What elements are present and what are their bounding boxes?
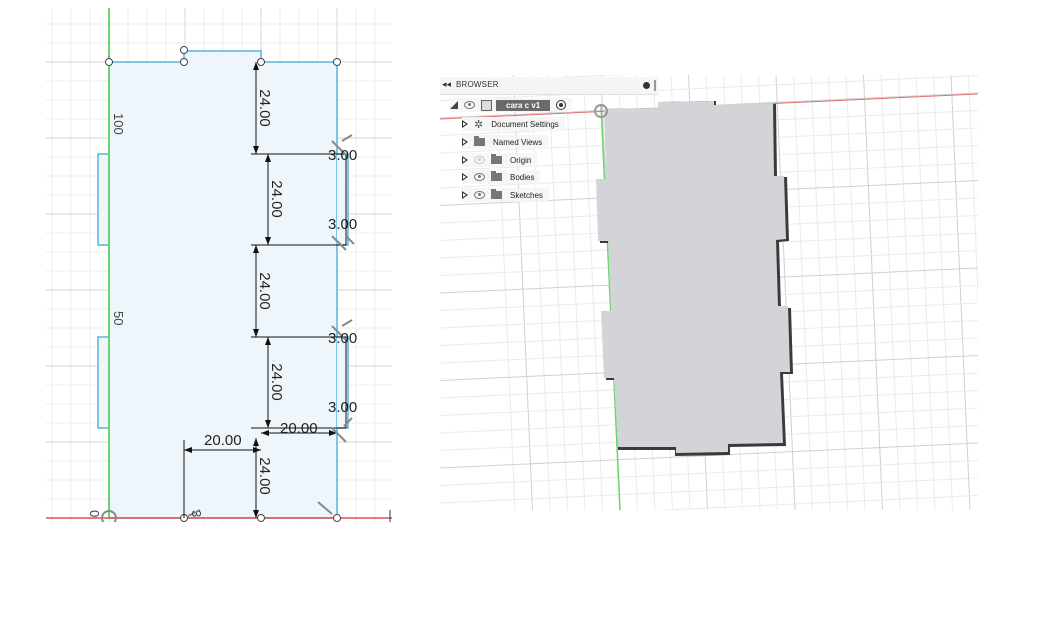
label-100: 100 [111,113,126,135]
folder-icon [491,189,502,199]
tree-item-label: Sketches [510,190,543,200]
folder-icon [491,154,502,164]
tree-item-bodies[interactable]: Bodies [462,170,541,184]
visibility-eye-icon[interactable] [474,173,485,181]
dim-20-a[interactable]: 20.00 [204,432,242,449]
browser-header: ◂◂ BROWSER [440,77,658,95]
dim-24-a[interactable]: 24.00 [256,89,273,127]
activate-radio-icon[interactable] [556,100,567,110]
folder-icon [474,136,485,146]
sketch-point[interactable] [333,58,341,66]
tree-item-document-settings[interactable]: ✲ Document Settings [462,117,565,131]
sketch-point[interactable] [180,58,188,66]
label-0: 0 [87,510,102,517]
dim-3-d[interactable]: 3.00 [328,399,357,416]
tree-item-label: Origin [510,155,532,165]
sketch-svg: 24.00 24.00 24.00 24.00 24.00 3.00 3.00 … [46,8,392,522]
visibility-eye-icon[interactable] [464,101,475,109]
visibility-eye-icon[interactable] [474,156,485,164]
sketch-canvas[interactable]: 24.00 24.00 24.00 24.00 24.00 3.00 3.00 … [46,8,392,522]
pin-icon[interactable] [643,82,650,89]
resize-handle[interactable] [654,80,656,91]
tree-item-label: Bodies [510,172,535,182]
tree-root[interactable]: cara c v1 [450,98,573,112]
tree-item-sketches[interactable]: Sketches [462,188,549,202]
browser-title: BROWSER [456,80,499,89]
gear-icon: ✲ [474,118,484,131]
expand-icon[interactable] [462,173,468,181]
tree-item-named-views[interactable]: Named Views [462,135,549,149]
tree-item-origin[interactable]: Origin [462,153,538,167]
sketch-point[interactable] [257,58,265,66]
left-slot-lower [97,336,109,429]
left-slot-upper [97,153,109,246]
dim-3-a[interactable]: 3.00 [328,147,357,164]
label-50: 50 [111,311,126,325]
sketch-point[interactable] [257,514,265,522]
component-name[interactable]: cara c v1 [496,99,551,111]
folder-icon [491,171,502,181]
dim-3-b[interactable]: 3.00 [328,216,357,233]
browser-panel: ◂◂ BROWSER cara c v1 ✲ Document Settings… [440,77,658,203]
expand-icon[interactable] [462,156,468,164]
sketch-point[interactable] [180,46,188,54]
sketch-point[interactable] [105,58,113,66]
dim-24-e[interactable]: 24.00 [256,457,273,495]
expand-icon[interactable] [462,191,468,199]
visibility-eye-icon[interactable] [474,191,485,199]
tree-item-label: Named Views [493,137,543,147]
expand-root-icon[interactable] [450,101,458,109]
dim-20-b[interactable]: 20.00 [280,420,318,437]
component-icon [481,99,492,111]
collapse-icon[interactable]: ◂◂ [442,79,451,90]
dim-24-d[interactable]: 24.00 [268,363,285,401]
expand-icon[interactable] [462,138,468,146]
dim-3-c[interactable]: 3.00 [328,330,357,347]
tree-item-label: Document Settings [491,119,559,129]
dim-24-c[interactable]: 24.00 [256,272,273,310]
label-3: 3 [189,510,204,517]
dim-24-b[interactable]: 24.00 [268,180,285,218]
sketch-point[interactable] [333,514,341,522]
expand-icon[interactable] [462,120,468,128]
